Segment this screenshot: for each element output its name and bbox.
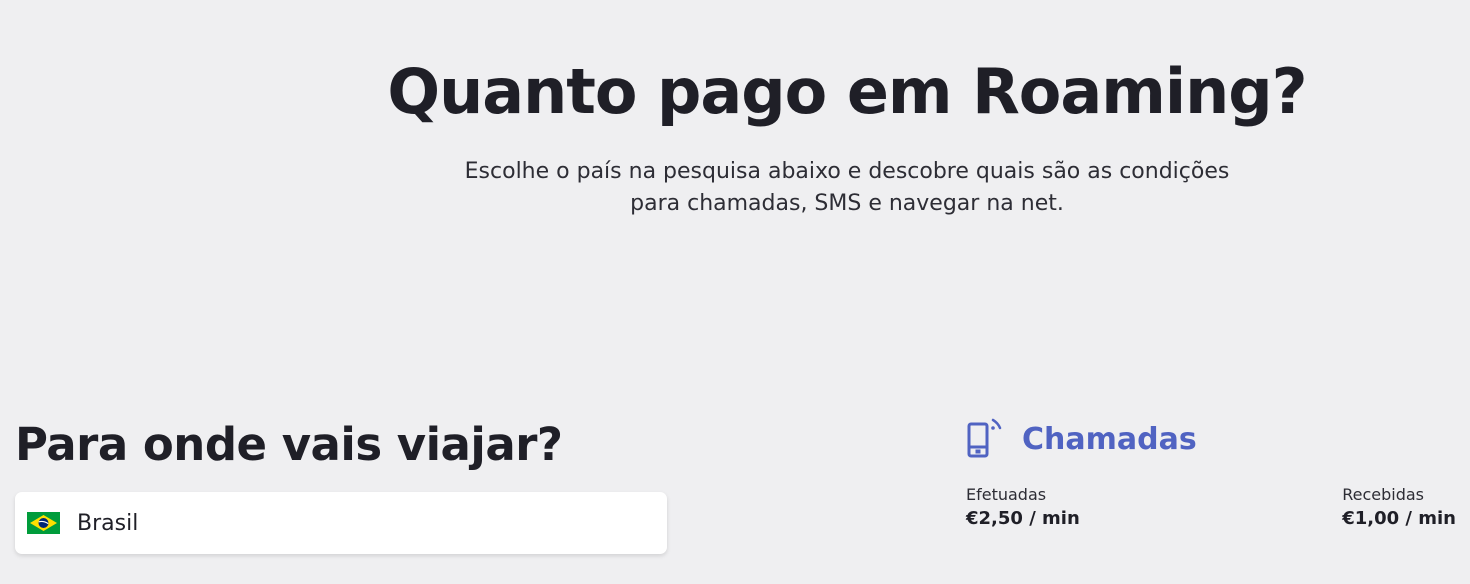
incoming-rate-value: €1,00 / min — [1342, 508, 1456, 529]
outgoing-rate: Efetuadas €2,50 / min — [966, 484, 1080, 532]
calls-header: Chamadas — [966, 418, 1456, 460]
page-subtitle: Escolhe o país na pesquisa abaixo e desc… — [464, 159, 1230, 216]
calls-section: Chamadas Efetuadas €2,50 / min Recebidas… — [966, 418, 1456, 532]
phone-signal-icon — [967, 418, 1002, 458]
calls-title: Chamadas — [1022, 421, 1197, 457]
destination-section: Para onde vais viajar? Brasil — [15, 413, 667, 554]
brazil-flag-icon — [27, 512, 60, 534]
outgoing-rate-value: €2,50 / min — [966, 508, 1080, 529]
call-rates: Efetuadas €2,50 / min Recebidas €1,00 / … — [966, 484, 1456, 532]
country-search-select[interactable]: Brasil — [15, 492, 667, 554]
selected-country-label: Brasil — [77, 510, 139, 536]
incoming-rate: Recebidas €1,00 / min — [1342, 484, 1456, 532]
incoming-rate-label: Recebidas — [1342, 485, 1424, 504]
destination-heading: Para onde vais viajar? — [15, 418, 563, 471]
page-title: Quanto pago em Roaming? — [387, 55, 1307, 128]
hero-section: Quanto pago em Roaming? Escolhe o país n… — [330, 50, 1364, 220]
outgoing-rate-label: Efetuadas — [966, 485, 1047, 504]
